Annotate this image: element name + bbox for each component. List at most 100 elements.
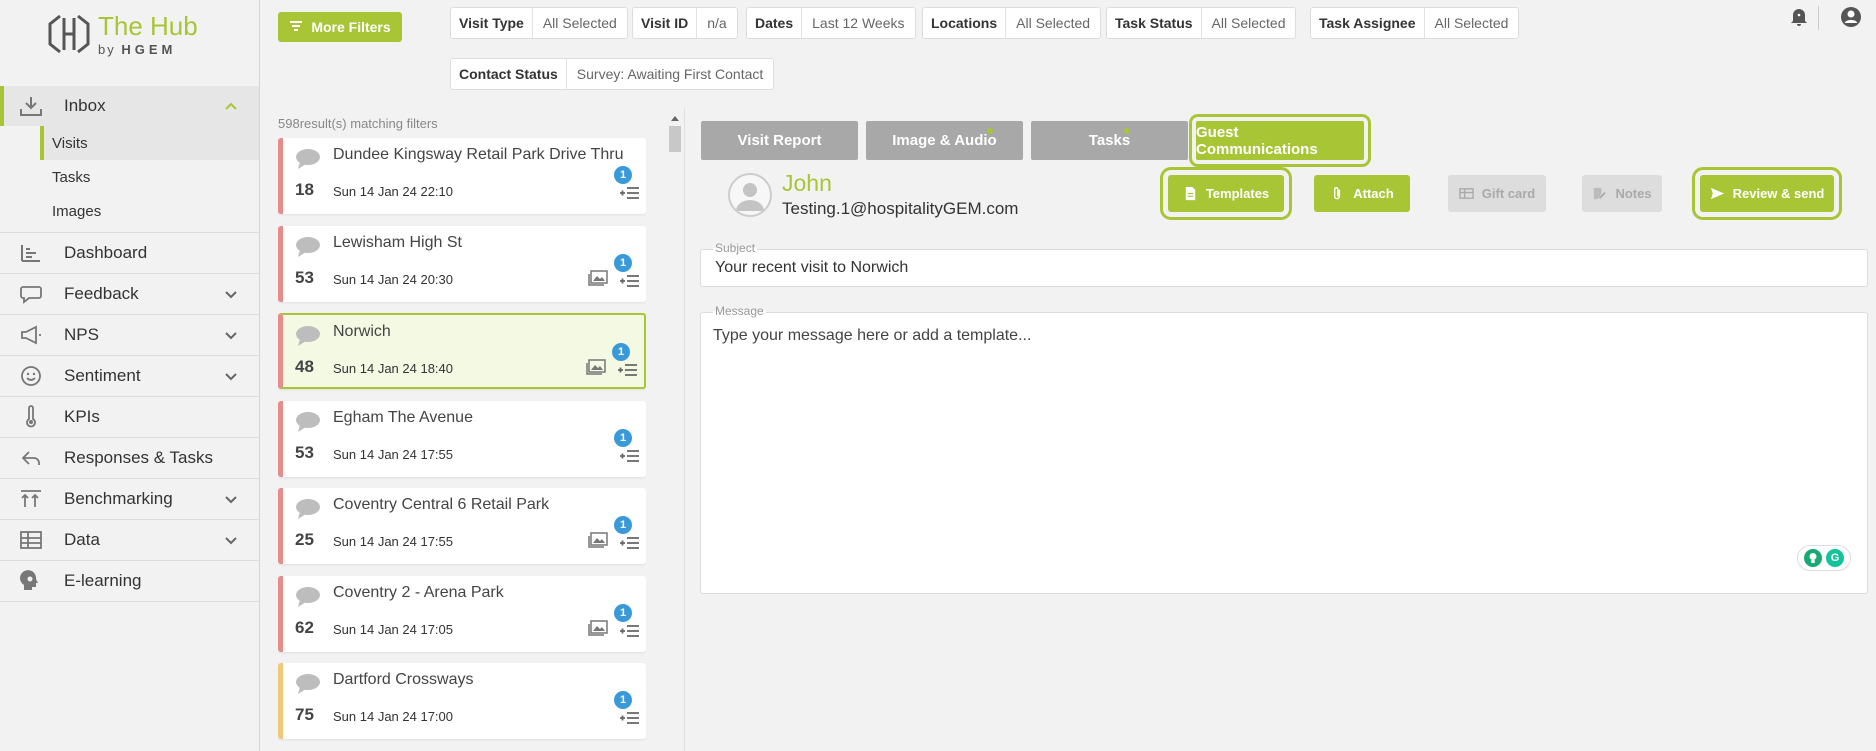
task-list-icon[interactable]: [616, 359, 638, 377]
sidebar-subitem-images[interactable]: Images: [0, 194, 259, 228]
chevron-down-icon: [223, 491, 239, 507]
filter-chip-visit-type[interactable]: Visit Type All Selected: [450, 7, 628, 39]
filter-chip-key: Visit Type: [451, 8, 533, 38]
notes-button[interactable]: Notes: [1582, 175, 1662, 212]
scroll-up-arrow-icon[interactable]: [671, 116, 679, 121]
contact-name: John: [782, 170, 832, 196]
table-icon: [16, 527, 46, 553]
tab-image-audio[interactable]: Image & Audio: [866, 121, 1023, 160]
filter-chip-locations[interactable]: Locations All Selected: [922, 7, 1102, 39]
scroll-thumb[interactable]: [669, 126, 681, 152]
visit-card[interactable]: Egham The Avenue 53 Sun 14 Jan 24 17:55 1: [278, 400, 646, 477]
visit-date: Sun 14 Jan 24 18:40: [333, 361, 453, 376]
lightbulb-icon[interactable]: [1804, 549, 1822, 567]
message-textarea[interactable]: [713, 327, 1853, 547]
filter-chip-key: Task Status: [1107, 8, 1202, 38]
image-icon[interactable]: [586, 359, 606, 375]
sidebar-item-label: Benchmarking: [64, 489, 173, 508]
task-list-icon[interactable]: [618, 182, 640, 200]
sidebar-item-kpis[interactable]: KPIs: [0, 397, 259, 438]
sidebar-item-inbox[interactable]: Inbox: [0, 86, 259, 126]
sidebar-item-label: KPIs: [64, 407, 100, 426]
logo-subtitle: by HGEM: [98, 41, 177, 57]
sidebar-subitem-tasks[interactable]: Tasks: [0, 160, 259, 194]
sidebar-item-feedback[interactable]: Feedback: [0, 274, 259, 315]
logo-title: The Hub: [98, 10, 198, 41]
logo[interactable]: The Hub by HGEM: [46, 12, 198, 56]
attach-button[interactable]: Attach: [1314, 175, 1410, 212]
send-arrow-icon: [1710, 187, 1724, 200]
task-list-icon[interactable]: [618, 620, 640, 638]
review-send-button[interactable]: Review & send: [1692, 167, 1842, 220]
tab-visit-report[interactable]: Visit Report: [701, 121, 858, 160]
toolbar-divider: [1818, 6, 1819, 30]
gift-card-label: Gift card: [1481, 186, 1536, 201]
tab-label: Tasks: [1088, 132, 1131, 149]
visit-score: 53: [295, 442, 314, 462]
subject-field[interactable]: Subject Your recent visit to Norwich: [700, 241, 1868, 287]
inbox-icon: [16, 93, 46, 119]
visit-location: Dundee Kingsway Retail Park Drive Thru: [333, 146, 624, 163]
chevron-down-icon: [223, 368, 239, 384]
account-circle-icon[interactable]: [1840, 6, 1862, 28]
task-count-badge: 1: [614, 166, 632, 184]
image-icon[interactable]: [588, 269, 608, 286]
inbox-subnav: Visits Tasks Images: [0, 126, 259, 233]
visit-card[interactable]: Coventry Central 6 Retail Park 25 Sun 14 J…: [278, 488, 646, 564]
filter-chip-dates[interactable]: Dates Last 12 Weeks: [746, 7, 916, 39]
visit-date: Sun 14 Jan 24 22:10: [333, 184, 453, 199]
task-list-icon[interactable]: [618, 532, 640, 550]
chevron-up-icon: [223, 98, 239, 114]
task-list-icon[interactable]: [618, 445, 640, 463]
filter-chip-key: Task Assignee: [1311, 8, 1425, 38]
sidebar-subitem-visits[interactable]: Visits: [40, 126, 259, 160]
filter-chip-task-status[interactable]: Task Status All Selected: [1106, 7, 1297, 39]
filter-chip-value: All Selected: [1434, 15, 1509, 31]
notification-bell-icon[interactable]: [1788, 6, 1810, 28]
visit-card[interactable]: Norwich 48 Sun 14 Jan 24 18:40 1: [278, 313, 646, 389]
filter-chip-task-assignee[interactable]: Task Assignee All Selected: [1310, 7, 1520, 39]
more-filters-button[interactable]: More Filters: [278, 12, 402, 42]
task-list-icon[interactable]: [618, 707, 640, 725]
megaphone-icon: [16, 322, 46, 348]
tab-tasks[interactable]: Tasks: [1031, 121, 1188, 160]
subject-input[interactable]: Your recent visit to Norwich: [715, 259, 908, 277]
sidebar-item-e-learning[interactable]: E-learning: [0, 561, 259, 602]
filter-chip-key: Dates: [747, 8, 803, 38]
visit-card[interactable]: Dartford Crossways 75 Sun 14 Jan 24 17:00 1: [278, 663, 646, 739]
sidebar-item-benchmarking[interactable]: Benchmarking: [0, 479, 259, 520]
templates-button[interactable]: Templates: [1160, 167, 1292, 220]
list-scrollbar[interactable]: [668, 116, 682, 751]
message-field[interactable]: Message G: [700, 304, 1868, 594]
visit-card[interactable]: Dundee Kingsway Retail Park Drive Thru 18…: [278, 138, 646, 214]
thermometer-icon: [16, 404, 46, 430]
paperclip-icon: [1334, 187, 1341, 200]
image-icon[interactable]: [588, 619, 608, 636]
filter-chip-contact-status[interactable]: Contact Status Survey: Awaiting First Con…: [450, 58, 775, 90]
results-count: 598result(s) matching filters: [278, 116, 438, 131]
filter-chip-key: Contact Status: [451, 59, 567, 89]
sidebar-item-dashboard[interactable]: Dashboard: [0, 233, 259, 274]
grammarly-icon[interactable]: G: [1826, 549, 1844, 567]
notes-edit-icon: [1594, 187, 1607, 200]
task-list-icon[interactable]: [618, 270, 640, 288]
filter-chip-visit-id[interactable]: Visit ID n/a: [632, 7, 738, 39]
document-icon: [1185, 186, 1196, 201]
visit-card[interactable]: Lewisham High St 53 Sun 14 Jan 24 20:30 1: [278, 225, 646, 302]
task-count-badge: 1: [612, 343, 630, 361]
notes-label: Notes: [1615, 186, 1652, 201]
image-icon[interactable]: [588, 532, 608, 548]
sidebar-item-responses-tasks[interactable]: Responses & Tasks: [0, 438, 259, 479]
bar-chart-icon: [16, 240, 46, 266]
sidebar-item-data[interactable]: Data: [0, 520, 259, 561]
grammarly-widget[interactable]: G: [1797, 545, 1851, 571]
sidebar-item-label: Data: [64, 530, 100, 549]
visit-score: 75: [295, 705, 314, 724]
tab-guest-communications[interactable]: Guest Communications: [1189, 114, 1371, 167]
comment-bubble-icon: [295, 236, 321, 258]
gift-card-button[interactable]: Gift card: [1448, 175, 1546, 212]
visit-card[interactable]: Coventry 2 - Arena Park 62 Sun 14 Jan 24 1…: [278, 575, 646, 652]
sidebar-item-nps[interactable]: NPS: [0, 315, 259, 356]
sidebar-item-sentiment[interactable]: Sentiment: [0, 356, 259, 397]
filter-chip-value: All Selected: [1016, 15, 1091, 31]
